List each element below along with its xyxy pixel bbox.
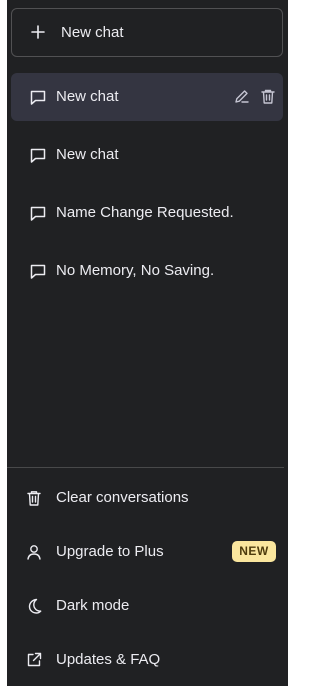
upgrade-label: Upgrade to Plus	[56, 543, 164, 560]
updates-faq-link[interactable]: Updates & FAQ	[11, 638, 283, 682]
external-link-icon	[25, 651, 43, 669]
conversation-title: Name Change Requested.	[56, 204, 234, 221]
conversation-title: New chat	[56, 88, 119, 105]
pencil-icon[interactable]	[233, 88, 250, 105]
conversation-item[interactable]: New chat	[11, 73, 283, 121]
clear-conversations-label: Clear conversations	[56, 489, 189, 506]
dark-mode-label: Dark mode	[56, 597, 130, 614]
trash-icon	[25, 489, 43, 507]
conversation-item[interactable]: No Memory, No Saving.	[11, 247, 283, 295]
user-icon	[25, 543, 43, 561]
divider	[7, 467, 284, 468]
message-icon	[29, 89, 47, 106]
conversation-item[interactable]: Name Change Requested.	[11, 189, 283, 237]
clear-conversations-button[interactable]: Clear conversations	[11, 476, 283, 520]
conversation-title: New chat	[56, 146, 119, 163]
updates-faq-label: Updates & FAQ	[56, 651, 161, 668]
upgrade-to-plus-button[interactable]: Upgrade to Plus NEW	[11, 530, 283, 574]
conversation-title: No Memory, No Saving.	[56, 262, 215, 279]
message-icon	[29, 205, 47, 222]
conversation-item[interactable]: New chat	[11, 131, 283, 179]
new-chat-button[interactable]: New chat	[11, 8, 283, 57]
message-icon	[29, 147, 47, 164]
plus-icon	[29, 23, 47, 41]
sidebar: New chat New chat New chat Name Change R…	[7, 0, 288, 686]
dark-mode-button[interactable]: Dark mode	[11, 584, 283, 628]
new-badge: NEW	[232, 541, 276, 562]
message-icon	[29, 263, 47, 280]
new-chat-label: New chat	[61, 24, 124, 41]
moon-icon	[25, 597, 43, 615]
delete-icon[interactable]	[260, 88, 276, 105]
